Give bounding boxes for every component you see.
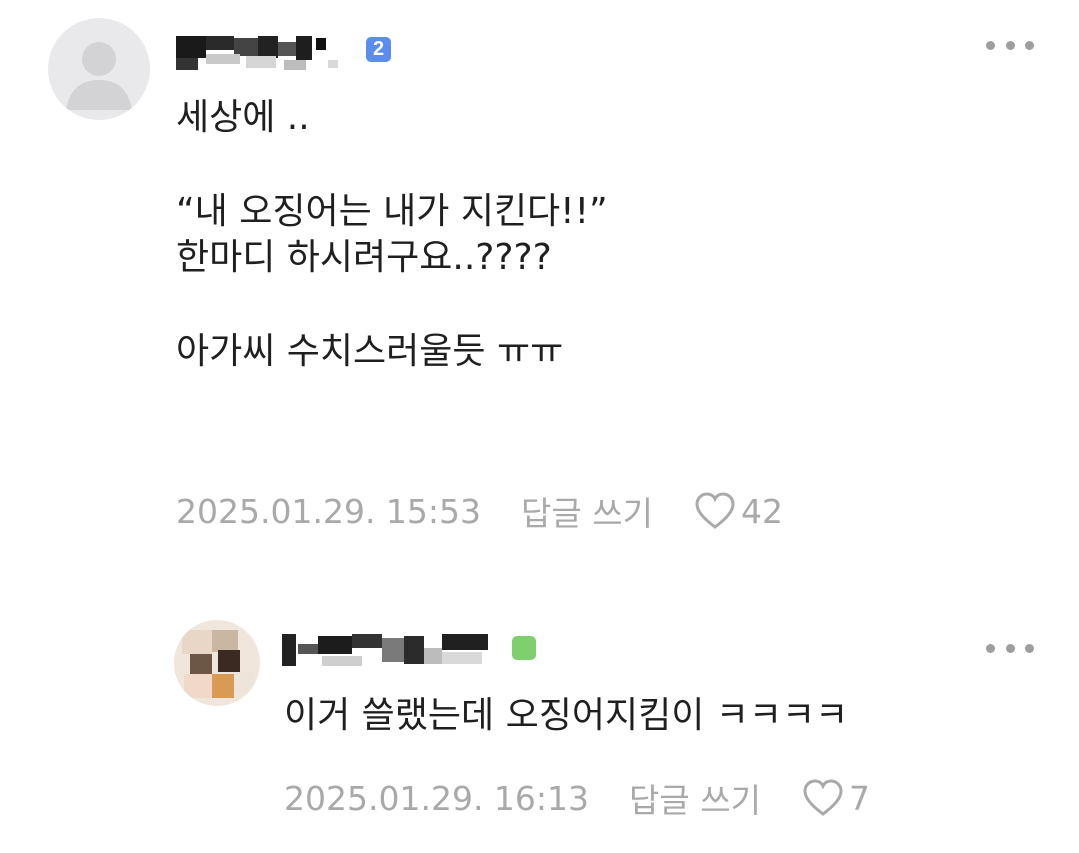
username-redacted[interactable] (282, 630, 502, 668)
avatar[interactable] (174, 620, 260, 706)
more-options-icon[interactable] (986, 37, 1034, 53)
more-options-icon[interactable] (986, 640, 1034, 656)
comment-meta: 2025.01.29. 16:13 답글 쓰기 7 (284, 775, 870, 821)
comment-date: 2025.01.29. 15:53 (176, 491, 482, 531)
heart-icon (695, 492, 735, 529)
default-user-icon (66, 42, 132, 110)
comment-meta: 2025.01.29. 15:53 답글 쓰기 42 (176, 488, 783, 534)
member-level-badge: 2 (366, 37, 391, 62)
reply-button[interactable]: 답글 쓰기 (521, 487, 653, 535)
comment-body: 이거 쓸랬는데 오징어지킴이 ㅋㅋㅋㅋ (284, 695, 849, 736)
like-button[interactable]: 7 (801, 778, 870, 818)
like-button[interactable]: 42 (693, 491, 783, 531)
member-level-badge (512, 636, 536, 660)
username-redacted[interactable] (176, 32, 356, 70)
like-count: 7 (848, 778, 870, 818)
heart-icon (803, 779, 843, 816)
comment-body: 세상에 .. “내 오징어는 내가 지킨다!!” 한마디 하시려구요..????… (176, 97, 608, 372)
like-count: 42 (740, 491, 783, 531)
reply-button[interactable]: 답글 쓰기 (629, 774, 761, 822)
comment-date: 2025.01.29. 16:13 (284, 778, 590, 818)
comment: 2 세상에 .. “내 오징어는 내가 지킨다!!” 한마디 하시려구요..??… (0, 0, 1079, 560)
reply-comment: 이거 쓸랬는데 오징어지킴이 ㅋㅋㅋㅋ 2025.01.29. 16:13 답글… (0, 600, 1079, 853)
avatar[interactable] (48, 18, 150, 120)
